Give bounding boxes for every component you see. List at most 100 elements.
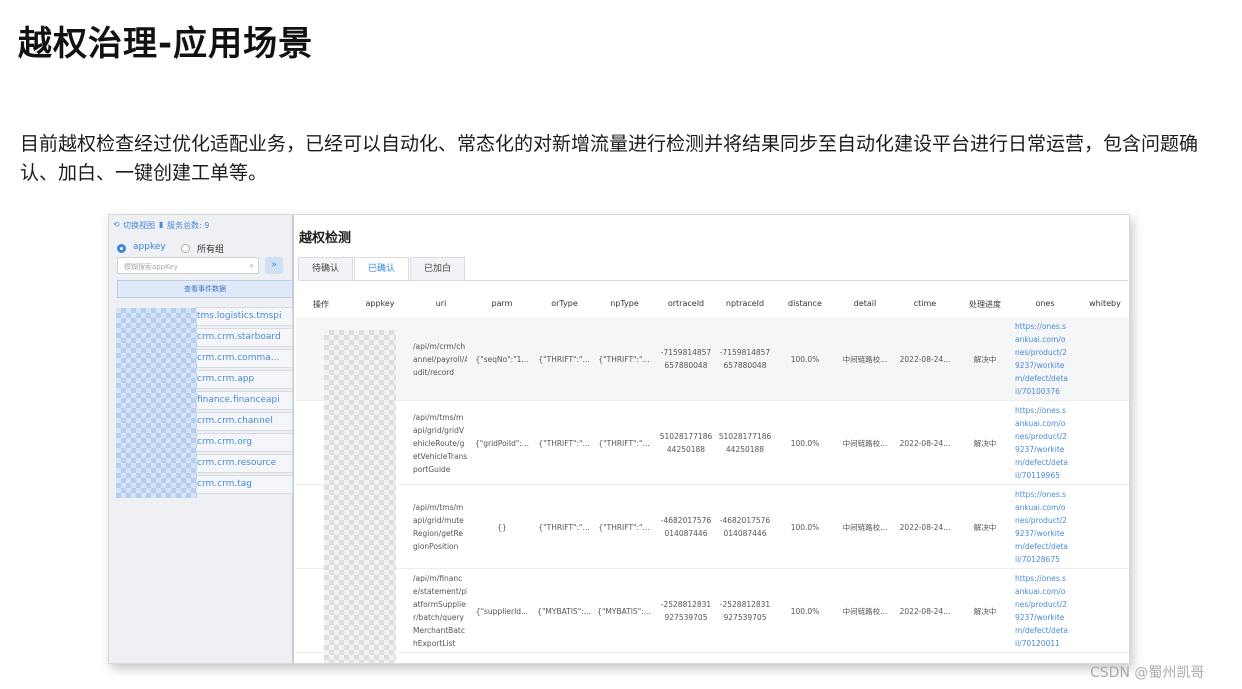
uri-cell-line: MerchantBatc	[413, 626, 465, 635]
column-header: parm	[491, 299, 513, 308]
uri-cell-line: ehicleRoute/g	[413, 438, 465, 448]
nptraceid-cell-line: 657880048	[723, 361, 767, 370]
ones-link-line: il/70120011	[1015, 639, 1060, 648]
table-row[interactable]: /api/m/tms/m api/grid/mute Region/getRe gio…	[296, 485, 1129, 569]
bar-chart-icon: ▮	[159, 220, 164, 229]
uri-cell-line: /api/m/financ	[413, 574, 463, 583]
ortraceid-cell: -4682017576 014087446	[656, 514, 716, 540]
uri-cell-line: /api/m/crm/ch	[413, 341, 466, 351]
ones-link-line: m/defect/deta	[1015, 542, 1068, 551]
switch-view-icon[interactable]: ⟲	[113, 220, 120, 229]
redaction-mask	[116, 308, 197, 498]
uri-cell-line: /api/m/tms/m	[413, 503, 464, 512]
switch-view-link[interactable]: 切换视图	[123, 220, 155, 231]
ortraceid-cell-line: -2528812831	[660, 600, 712, 609]
detail-cell: 中间链路校...	[842, 439, 888, 448]
column-header: nptraceId	[725, 299, 765, 308]
distance-cell: 100.0%	[790, 523, 820, 532]
table-header: 操作 appkey uri parm orType npType ortrace…	[296, 293, 1129, 315]
ortraceid-cell-line: 657880048	[664, 361, 708, 370]
column-header: appkey	[365, 299, 395, 308]
ones-link[interactable]: https://ones.s ankuai.com/o nes/product/2 9…	[1015, 320, 1073, 398]
ortraceid-cell: 51028177186 44250188	[656, 430, 716, 456]
detail-cell: 中间链路校...	[842, 523, 888, 532]
ortraceid-cell: -2528812831 927539705	[656, 598, 716, 624]
ortraceid-cell: -7159814857 657880048	[656, 346, 716, 372]
column-header: orType	[551, 299, 578, 308]
distance-cell: 100.0%	[790, 607, 820, 616]
search-go-button[interactable]: »	[265, 257, 283, 274]
tab-confirmed[interactable]: 已确认	[354, 257, 409, 281]
ones-link[interactable]: https://ones.s ankuai.com/o nes/product/2 9…	[1015, 488, 1073, 566]
column-header: 操作	[313, 300, 329, 309]
ones-link-line: ankuai.com/o	[1015, 587, 1066, 596]
uri-cell: /api/m/financ e/statement/pl atformSupplie…	[413, 572, 467, 650]
table-row[interactable]: /api/m/crm/ch annel/payroll/A udit/record {…	[296, 317, 1129, 401]
tab-pending[interactable]: 待确认	[298, 257, 353, 281]
nptraceid-cell: -4682017576 014087446	[715, 514, 775, 540]
ones-link-line: m/defect/deta	[1015, 458, 1068, 467]
nptraceid-cell-line: 014087446	[723, 529, 767, 538]
ortraceid-cell-line: -7159814857	[660, 348, 712, 357]
nptraceid-cell-line: 51028177186	[718, 432, 772, 441]
table-row[interactable]: /api/m/financ e/statement/pl atformSupplie…	[296, 569, 1129, 653]
detail-cell: 中间链路校...	[842, 355, 888, 364]
ones-link-line: https://ones.s	[1015, 490, 1067, 499]
uri-cell-line: hExportList	[413, 639, 456, 648]
ones-link-line: m/defect/deta	[1015, 626, 1068, 635]
ones-link-line: il/70119965	[1015, 471, 1060, 480]
ctime-cell: 2022-08-24...	[899, 355, 951, 364]
ones-link-line: nes/product/2	[1015, 432, 1067, 441]
uri-cell-line: e/statement/pl	[413, 587, 467, 596]
uri-cell-line: r/batch/query	[413, 613, 464, 622]
column-header: ones	[1035, 299, 1055, 308]
nptype-cell: {"THRIFT":"...	[598, 439, 650, 448]
nptype-cell: {"MYBATIS":...	[597, 607, 651, 616]
ctime-cell: 2022-08-24...	[899, 439, 951, 448]
nptraceid-cell: -7159814857 657880048	[715, 346, 775, 372]
search-icon[interactable]: ⌕	[250, 261, 254, 271]
column-header: detail	[853, 299, 877, 308]
uri-cell-line: atformSupplie	[413, 600, 466, 609]
ones-link-line: ankuai.com/o	[1015, 419, 1066, 428]
service-total-label: 服务总数: 9	[167, 221, 210, 230]
uri-cell-line: api/grid/mute	[413, 516, 464, 525]
redaction-mask	[324, 330, 396, 663]
panel-title: 越权检测	[299, 231, 352, 246]
nptraceid-cell-line: -4682017576	[719, 516, 771, 525]
radio-all-groups-label: 所有组	[197, 245, 225, 255]
ones-link-line: nes/product/2	[1015, 600, 1067, 609]
table-row[interactable]: /api/m/tms/m api/grid/gridV ehicleRoute/g e…	[296, 401, 1129, 485]
nptraceid-cell-line: 927539705	[723, 613, 767, 622]
parm-cell: {"gridPoiId":...	[475, 439, 529, 448]
uri-cell-line: Region/getRe	[413, 529, 464, 538]
tab-whitelisted[interactable]: 已加白	[410, 257, 465, 281]
radio-appkey[interactable]	[117, 244, 126, 253]
ones-link-line: 9237/workite	[1015, 613, 1065, 622]
ones-link-line: il/70100376	[1015, 387, 1060, 396]
tab-divider	[298, 280, 1128, 281]
distance-cell: 100.0%	[790, 439, 820, 448]
column-header: whiteby	[1089, 299, 1121, 308]
ortraceid-cell-line: -4682017576	[660, 516, 712, 525]
column-header: distance	[788, 299, 822, 308]
nptraceid-cell: -2528812831 927539705	[715, 598, 775, 624]
ortype-cell: {"THRIFT":"...	[538, 355, 590, 364]
left-panel: ⟲ 切换视图 ▮ 服务总数: 9 appkey 所有组 模糊搜索appKey ⌕…	[109, 215, 294, 663]
ones-link[interactable]: https://ones.s ankuai.com/o nes/product/2 9…	[1015, 404, 1073, 482]
left-panel-toolbar: ⟲ 切换视图 ▮ 服务总数: 9	[109, 215, 294, 237]
ones-link[interactable]: https://ones.s ankuai.com/o nes/product/2 9…	[1015, 572, 1073, 650]
parm-cell: {"seqNo":"1...	[475, 355, 529, 364]
ones-link-line: nes/product/2	[1015, 348, 1067, 357]
radio-all-groups[interactable]	[181, 244, 190, 253]
ctime-cell: 2022-08-24...	[899, 607, 951, 616]
appkey-search-input[interactable]: 模糊搜索appKey ⌕	[117, 257, 259, 274]
group-radio-row: appkey 所有组	[117, 241, 292, 257]
uri-cell-line: annel/payroll/A	[413, 354, 467, 364]
query-event-data-button[interactable]: 查看事件数据	[117, 280, 293, 298]
column-header: 处理进度	[969, 300, 1001, 309]
ones-link-line: https://ones.s	[1015, 406, 1067, 415]
radio-appkey-label: appkey	[133, 242, 166, 252]
ctime-cell: 2022-08-24...	[899, 523, 951, 532]
nptype-cell: {"THRIFT":"...	[598, 523, 650, 532]
